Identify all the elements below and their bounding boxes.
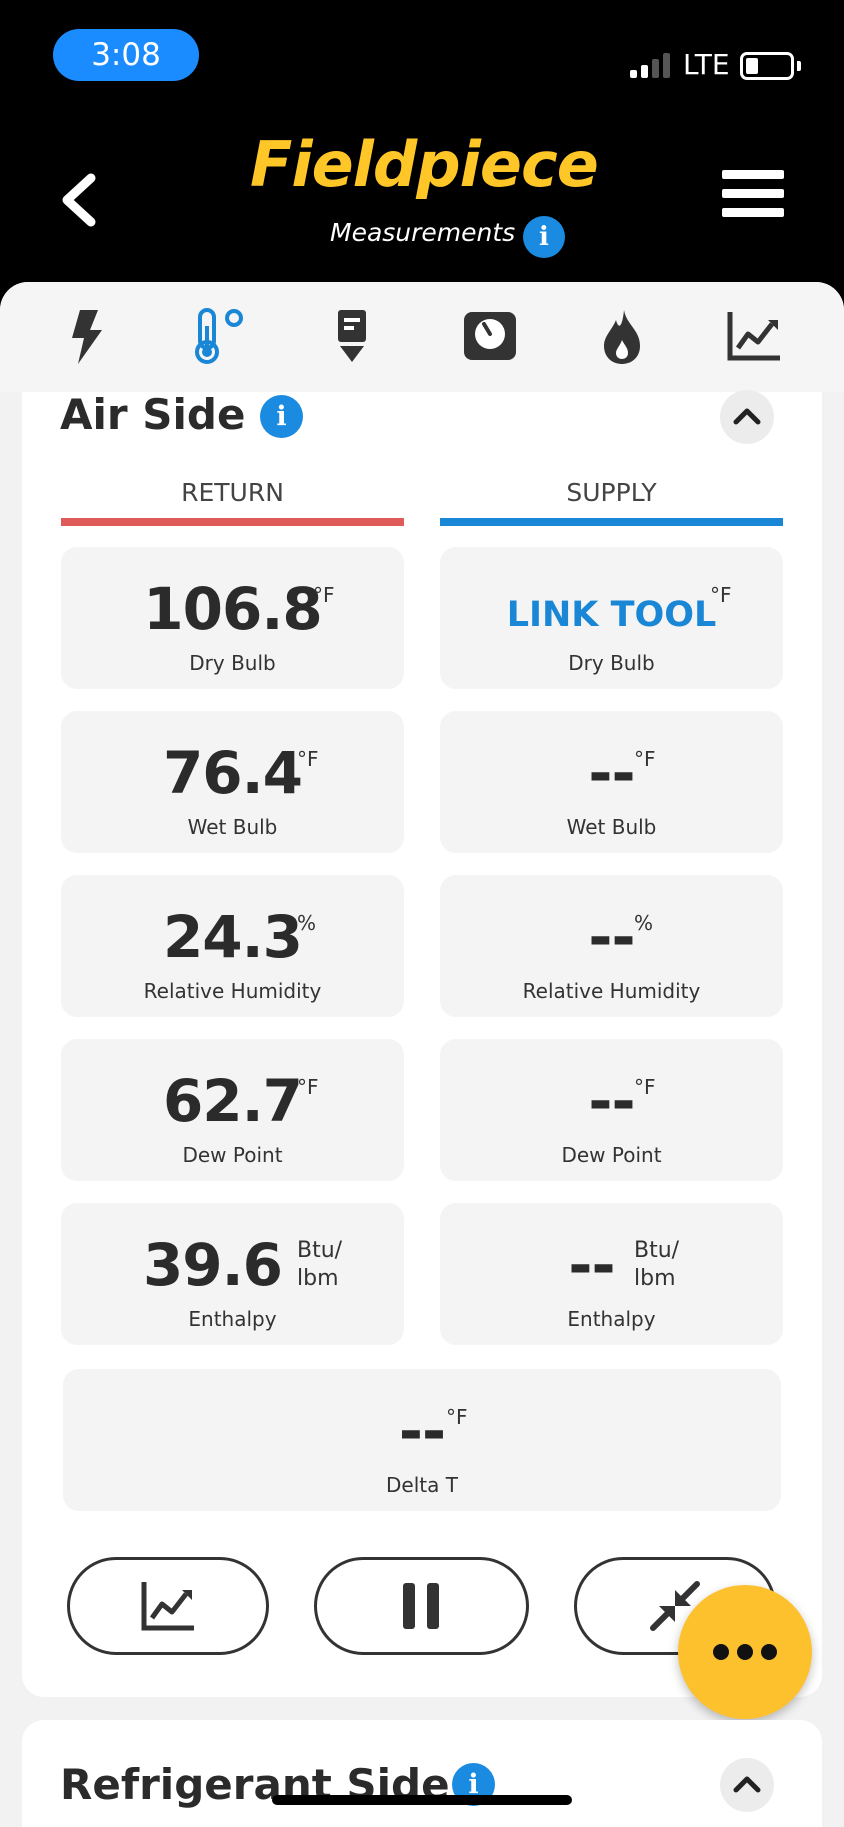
reading-unit: °F	[446, 1405, 468, 1429]
supply-enthalpy-tile[interactable]: -- Btu/ lbm Enthalpy	[440, 1203, 783, 1345]
thermometer-icon	[195, 308, 243, 364]
chevron-left-icon	[62, 173, 96, 227]
reading-unit: Btu/ lbm	[634, 1238, 680, 1291]
chevron-up-icon	[733, 408, 761, 425]
status-time: 3:08	[53, 29, 199, 81]
probe-icon	[338, 310, 366, 362]
tab-charts[interactable]	[724, 306, 784, 366]
pause-icon	[403, 1583, 439, 1629]
return-humidity-tile[interactable]: 24.3 % Relative Humidity	[61, 875, 404, 1017]
reading-value: --	[588, 903, 635, 971]
reading-unit: °F	[634, 1075, 656, 1099]
reading-value: --	[568, 1231, 615, 1299]
delta-t-tile[interactable]: -- °F Delta T	[63, 1369, 781, 1511]
battery-tip	[797, 61, 801, 71]
collapse-air-side-button[interactable]	[720, 390, 774, 444]
supply-underline	[440, 518, 783, 526]
return-dew-point-tile[interactable]: 62.7 °F Dew Point	[61, 1039, 404, 1181]
collapse-refrigerant-side-button[interactable]	[720, 1758, 774, 1812]
tab-temperature[interactable]	[190, 306, 250, 366]
status-bar: 3:08 LTE	[0, 0, 844, 110]
supply-column-header: SUPPLY	[566, 478, 657, 507]
signal-icon	[630, 53, 670, 78]
tab-gauge[interactable]	[460, 306, 520, 366]
supply-dew-point-tile[interactable]: -- °F Dew Point	[440, 1039, 783, 1181]
menu-button[interactable]	[722, 170, 784, 226]
brand-logo: Fieldpiece	[250, 128, 599, 201]
back-button[interactable]	[55, 170, 105, 230]
reading-unit: °F	[297, 747, 319, 771]
more-dots-icon	[713, 1644, 729, 1660]
reading-label: Dry Bulb	[189, 651, 276, 675]
info-icon[interactable]: i	[523, 216, 565, 258]
reading-unit: °F	[634, 747, 656, 771]
lightning-icon	[72, 310, 102, 364]
reading-unit: °F	[710, 583, 732, 607]
reading-unit: °F	[313, 583, 335, 607]
reading-value: 76.4	[162, 739, 303, 807]
reading-unit: %	[634, 911, 654, 935]
return-underline	[61, 518, 404, 526]
chevron-up-icon	[733, 1776, 761, 1793]
supply-humidity-tile[interactable]: -- % Relative Humidity	[440, 875, 783, 1017]
return-enthalpy-tile[interactable]: 39.6 Btu/ lbm Enthalpy	[61, 1203, 404, 1345]
graph-button[interactable]	[67, 1557, 269, 1655]
reading-label: Relative Humidity	[522, 979, 701, 1003]
reading-label: Wet Bulb	[566, 815, 657, 839]
reading-label: Enthalpy	[188, 1307, 277, 1331]
reading-unit: °F	[297, 1075, 319, 1099]
flame-icon	[604, 310, 640, 364]
hamburger-icon	[722, 170, 784, 179]
tab-electrical[interactable]	[58, 306, 118, 366]
reading-value: 39.6	[142, 1231, 283, 1299]
chart-icon	[727, 312, 780, 361]
page-subtitle: Measurements	[330, 218, 516, 247]
reading-value: --	[588, 739, 635, 807]
supply-wet-bulb-tile[interactable]: -- °F Wet Bulb	[440, 711, 783, 853]
tab-combustion[interactable]	[592, 306, 652, 366]
gauge-icon	[464, 312, 516, 360]
reading-value: --	[398, 1397, 446, 1465]
reading-label: Enthalpy	[567, 1307, 656, 1331]
reading-value: 62.7	[162, 1067, 303, 1135]
link-tool-link[interactable]: LINK TOOL	[440, 595, 783, 635]
reading-label: Dew Point	[182, 1143, 283, 1167]
reading-value: 106.8	[143, 575, 322, 643]
reading-label: Relative Humidity	[143, 979, 322, 1003]
chart-icon	[141, 1582, 194, 1631]
home-indicator	[272, 1795, 572, 1805]
reading-value: --	[588, 1067, 635, 1135]
more-options-button[interactable]	[678, 1585, 812, 1719]
return-wet-bulb-tile[interactable]: 76.4 °F Wet Bulb	[61, 711, 404, 853]
return-dry-bulb-tile[interactable]: 106.8 °F Dry Bulb	[61, 547, 404, 689]
return-column-header: RETURN	[181, 478, 284, 507]
tab-bar	[0, 282, 844, 392]
reading-unit: %	[297, 911, 317, 935]
reading-label: Wet Bulb	[187, 815, 278, 839]
reading-label: Dry Bulb	[568, 651, 655, 675]
reading-label: Dew Point	[561, 1143, 662, 1167]
tab-probe[interactable]	[322, 306, 382, 366]
reading-label: Delta T	[386, 1473, 458, 1497]
info-icon[interactable]: i	[260, 395, 303, 438]
battery-icon	[740, 52, 794, 80]
network-label: LTE	[683, 48, 730, 81]
pause-button[interactable]	[314, 1557, 529, 1655]
section-title-air-side: Air Side	[60, 390, 246, 439]
supply-dry-bulb-tile[interactable]: LINK TOOL °F Dry Bulb	[440, 547, 783, 689]
reading-value: 24.3	[162, 903, 303, 971]
reading-unit: Btu/ lbm	[297, 1238, 343, 1291]
